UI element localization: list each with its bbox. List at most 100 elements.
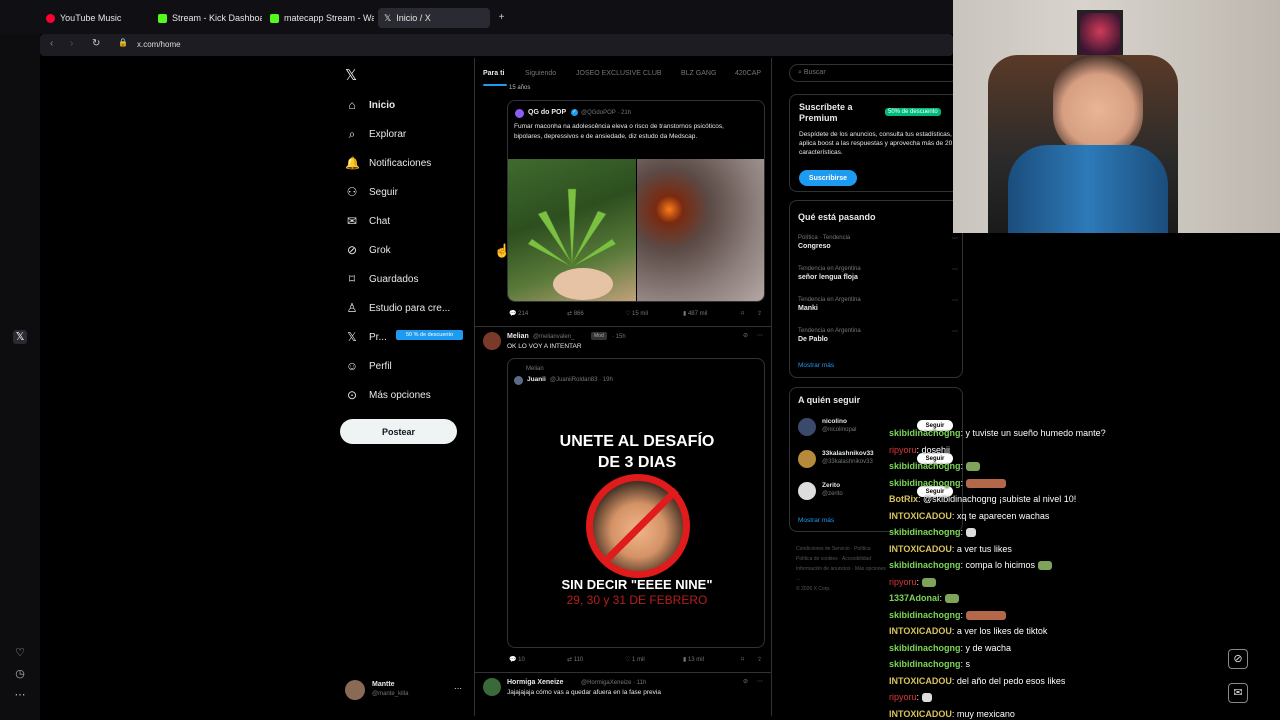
trend-item[interactable]: Tendencia en Argentina De Pablo ⋯ xyxy=(798,328,958,343)
footer-link[interactable]: Información de anuncios xyxy=(796,566,850,572)
trends-show-more[interactable]: Mostrar más xyxy=(798,362,834,369)
share-icon[interactable]: ⇪ xyxy=(757,310,762,317)
nav-item-1[interactable]: ⌕ Explorar xyxy=(345,125,407,143)
tab-blz-gang[interactable]: BLZ GANG xyxy=(681,70,716,77)
nav-item-0[interactable]: ⌂ Inicio xyxy=(345,96,395,114)
footer-link[interactable]: Política xyxy=(854,546,870,552)
avatar[interactable] xyxy=(483,678,501,696)
nav-item-10[interactable]: ⊙ Más opciones xyxy=(345,386,431,404)
subscribe-button[interactable]: Suscribirse xyxy=(799,170,857,186)
heart-icon[interactable]: ♡ xyxy=(13,646,27,660)
more-icon[interactable]: ⋯ xyxy=(13,688,27,702)
repost-count[interactable]: ⇄ 866 xyxy=(567,310,584,317)
chat-username[interactable]: BotRix xyxy=(889,494,918,504)
trend-item[interactable]: Tendencia en Argentina Manki ⋯ xyxy=(798,297,958,312)
share-icon[interactable]: ⇪ xyxy=(757,656,762,663)
chat-username[interactable]: skibidinachogng xyxy=(889,428,961,438)
like-count[interactable]: ♡ 1 mil xyxy=(625,656,645,663)
trend-menu-icon[interactable]: ⋯ xyxy=(952,235,958,242)
post-menu-icon[interactable]: ⋯ xyxy=(757,332,763,339)
tab-siguiendo[interactable]: Siguiendo xyxy=(525,70,556,77)
chat-username[interactable]: skibidinachogng xyxy=(889,560,961,570)
nav-item-6[interactable]: ⌑ Guardados xyxy=(345,270,419,288)
nav-label: Más opciones xyxy=(369,389,431,401)
nav-item-9[interactable]: ☺ Perfil xyxy=(345,357,392,375)
avatar[interactable] xyxy=(345,680,365,700)
chat-username[interactable]: INTOXICADOU xyxy=(889,626,952,636)
avatar[interactable] xyxy=(798,418,816,436)
who-to-follow-show-more[interactable]: Mostrar más xyxy=(798,517,834,524)
post-button[interactable]: Postear xyxy=(340,419,457,444)
tab-youtube-music[interactable]: YouTube Music xyxy=(46,8,151,28)
cannabis-leaf-image[interactable] xyxy=(508,159,636,301)
avatar[interactable] xyxy=(798,450,816,468)
url-field[interactable]: x.com/home xyxy=(137,40,181,49)
chat-username[interactable]: skibidinachogng xyxy=(889,610,961,620)
nav-item-5[interactable]: ⊘ Grok xyxy=(345,241,391,259)
back-icon[interactable]: ‹ xyxy=(50,38,53,49)
tab-x-home[interactable]: 𝕏 Inicio / X xyxy=(378,8,490,28)
nav-item-3[interactable]: ⚇ Seguir xyxy=(345,183,398,201)
chat-username[interactable]: skibidinachogng xyxy=(889,527,961,537)
tab-joseo-exclusive-club[interactable]: JOSEO EXCLUSIVE CLUB xyxy=(576,70,662,77)
view-count[interactable]: ▮ 13 mil xyxy=(683,656,704,663)
tab-para-ti[interactable]: Para ti xyxy=(483,70,504,77)
tab-420cap[interactable]: 420CAP xyxy=(735,70,761,77)
chat-username[interactable]: skibidinachogng xyxy=(889,659,961,669)
chat-username[interactable]: INTOXICADOU xyxy=(889,511,952,521)
trend-menu-icon[interactable]: ⋯ xyxy=(952,266,958,273)
footer-link[interactable]: Accesibilidad xyxy=(842,556,871,562)
chat-username[interactable]: ripyoru xyxy=(889,692,917,702)
chat-username[interactable]: ripyoru xyxy=(889,577,917,587)
who-to-follow-title: A quién seguir xyxy=(798,395,861,405)
bookmark-icon[interactable]: ⌑ xyxy=(741,656,744,663)
x-sidebar-icon[interactable]: 𝕏 xyxy=(13,330,27,344)
trend-menu-icon[interactable]: ⋯ xyxy=(952,328,958,335)
nav-label: Seguir xyxy=(369,186,398,198)
follow-suggestion-handle: @zerito xyxy=(822,491,843,497)
nav-item-2[interactable]: 🔔 Notificaciones xyxy=(345,154,431,172)
post-menu-icon[interactable]: ⋯ xyxy=(757,678,763,685)
bookmark-icon[interactable]: ⌑ xyxy=(741,310,744,317)
trend-menu-icon[interactable]: ⋯ xyxy=(952,297,958,304)
tab-kick-dashboard[interactable]: Stream - Kick Dashboard xyxy=(158,8,262,28)
chat-username[interactable]: INTOXICADOU xyxy=(889,709,952,719)
search-input[interactable]: ⌕ Buscar xyxy=(789,64,959,82)
nav-item-8[interactable]: 𝕏 Pr... xyxy=(345,328,387,346)
trend-item[interactable]: Tendencia en Argentina señor lengua floj… xyxy=(798,266,958,281)
chat-username[interactable]: 1337Adonai xyxy=(889,593,940,603)
grok-floating-icon[interactable]: ⊘ xyxy=(1228,649,1248,669)
account-menu-icon[interactable]: ⋯ xyxy=(454,684,462,693)
avatar[interactable] xyxy=(798,482,816,500)
new-tab-icon[interactable]: + xyxy=(496,12,507,23)
messages-icon[interactable]: ✉ xyxy=(1228,683,1248,703)
reply-count[interactable]: 💬 214 xyxy=(509,310,528,317)
chat-username[interactable]: skibidinachogng xyxy=(889,478,961,488)
quoted-post[interactable]: QG do POP ✓ @QGdoPOP · 21h Fumar maconha… xyxy=(507,100,765,302)
grok-icon[interactable]: ⊘ xyxy=(743,678,748,685)
repost-count[interactable]: ⇄ 110 xyxy=(567,656,583,663)
chat-username[interactable]: skibidinachogng xyxy=(889,461,961,471)
history-icon[interactable]: ◷ xyxy=(13,667,27,681)
chat-username[interactable]: skibidinachogng xyxy=(889,643,961,653)
nav-item-7[interactable]: ♙ Estudio para cre... xyxy=(345,299,451,317)
reload-icon[interactable]: ↻ xyxy=(92,38,100,49)
chat-username[interactable]: INTOXICADOU xyxy=(889,544,952,554)
trend-item[interactable]: Política · Tendencia Congreso ⋯ xyxy=(798,235,958,250)
like-count[interactable]: ♡ 15 mil xyxy=(625,310,648,317)
nav-item-4[interactable]: ✉ Chat xyxy=(345,212,390,230)
avatar[interactable] xyxy=(483,332,501,350)
joint-smoke-image[interactable] xyxy=(637,159,764,301)
footer-link[interactable]: Política de cookies xyxy=(796,556,838,562)
grok-icon[interactable]: ⊘ xyxy=(743,332,748,339)
footer-link[interactable]: Condiciones de Servicio xyxy=(796,546,850,552)
quoted-post[interactable]: Melian Juanii @JuaniiRoldan83 · 19h UNET… xyxy=(507,358,765,648)
chat-username[interactable]: INTOXICADOU xyxy=(889,676,952,686)
tab-matecapp-stream[interactable]: matecapp Stream - Watch xyxy=(270,8,374,28)
reply-count[interactable]: 💬 10 xyxy=(509,656,525,663)
chat-username[interactable]: ripyoru xyxy=(889,445,917,455)
chat-message: ripyoru: xyxy=(889,692,932,703)
x-logo-icon[interactable]: 𝕏 xyxy=(345,66,357,84)
view-count[interactable]: ▮ 487 mil xyxy=(683,310,707,317)
forward-icon[interactable]: › xyxy=(70,38,73,49)
